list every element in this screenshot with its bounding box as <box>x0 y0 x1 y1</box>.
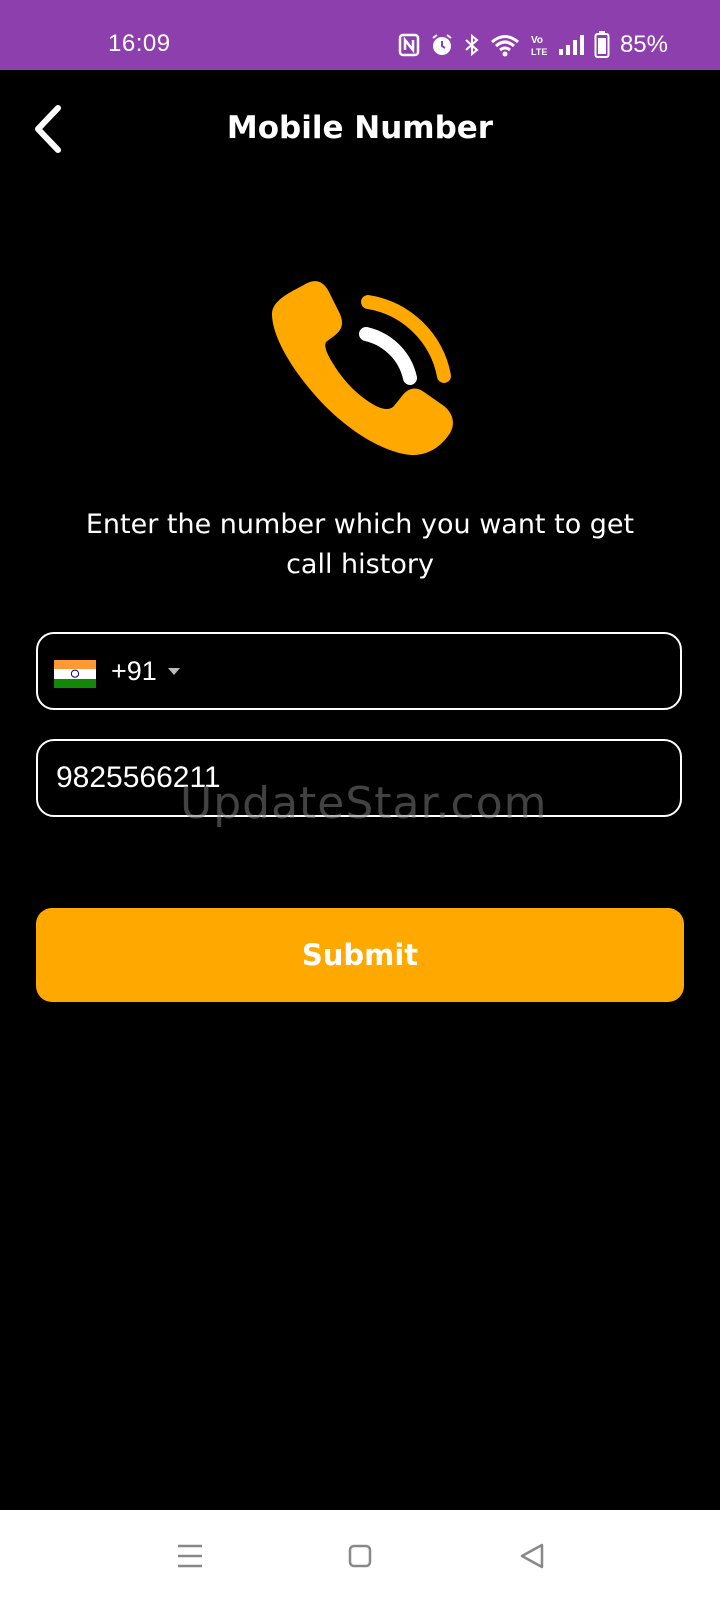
battery-icon <box>594 31 610 58</box>
page-title: Mobile Number <box>226 110 494 146</box>
country-code: +91 <box>111 656 157 686</box>
status-icons: Vo LTE 85% <box>398 30 668 60</box>
home-icon[interactable] <box>340 1536 380 1576</box>
instruction-text: Enter the number which you want to get c… <box>85 509 635 580</box>
svg-text:LTE: LTE <box>531 47 547 57</box>
svg-text:Vo: Vo <box>531 35 543 46</box>
wifi-icon <box>490 35 519 57</box>
india-flag-icon <box>54 660 96 688</box>
dropdown-arrow-icon <box>168 668 180 675</box>
alarm-icon <box>432 34 452 55</box>
status-bar: 16:09 Vo LTE 85% <box>0 0 720 70</box>
navigation-bar <box>0 1510 720 1600</box>
app-bar: Mobile Number <box>0 70 720 190</box>
bluetooth-icon <box>465 33 479 57</box>
nfc-icon <box>398 33 420 57</box>
phone-call-icon <box>272 281 453 456</box>
status-time: 16:09 <box>108 30 171 57</box>
phone-number-field[interactable] <box>36 739 682 817</box>
phone-number-input[interactable] <box>56 755 656 801</box>
back-icon[interactable] <box>512 1536 552 1576</box>
volte-icon: Vo LTE <box>531 35 547 57</box>
battery-percent: 85% <box>619 31 668 58</box>
country-code-picker[interactable]: +91 <box>36 632 682 710</box>
signal-icon <box>558 35 584 55</box>
submit-button[interactable]: Submit <box>36 908 684 1002</box>
menu-icon[interactable] <box>170 1536 210 1576</box>
